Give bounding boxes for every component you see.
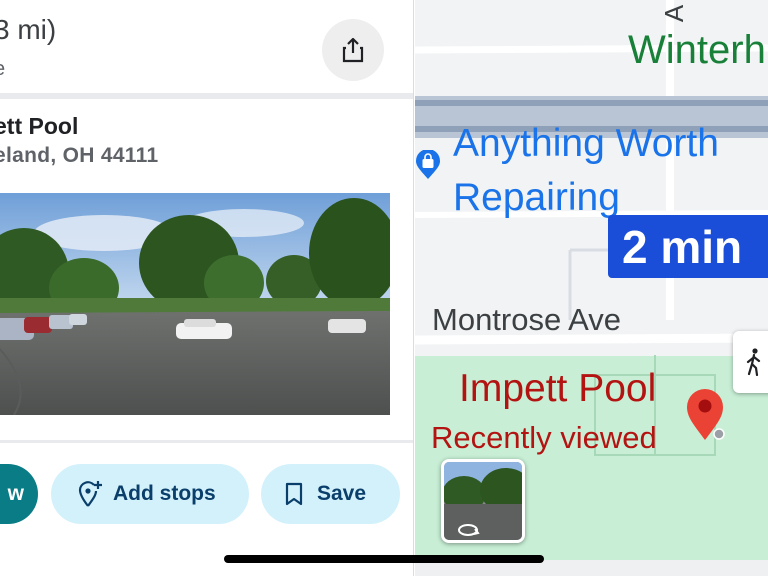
place-photo[interactable] <box>0 193 390 415</box>
share-icon <box>342 37 364 63</box>
walking-person-icon <box>746 348 761 376</box>
shopping-bag-pin-icon <box>416 149 440 179</box>
bookmark-icon <box>285 482 303 506</box>
red-location-pin-icon <box>687 389 725 440</box>
place-address: eland, OH 44111 <box>0 144 159 167</box>
travel-time-badge: 2 min <box>608 215 768 278</box>
street-view-thumbnail[interactable] <box>441 459 525 543</box>
add-location-icon <box>78 481 102 507</box>
home-indicator[interactable] <box>224 555 544 563</box>
route-distance-subtext: e <box>0 58 5 81</box>
map-label-winterhurst[interactable]: Winterh <box>628 28 766 73</box>
add-stops-button[interactable]: Add stops <box>51 464 249 524</box>
save-label: Save <box>317 482 367 505</box>
store-pin[interactable] <box>415 149 441 180</box>
map-label-recently-viewed: Recently viewed <box>431 420 657 455</box>
map-label-impett-pool[interactable]: Impett Pool <box>459 367 656 411</box>
go-button-label: w <box>7 482 24 505</box>
street-label-montrose: Montrose Ave <box>432 302 621 337</box>
map-view[interactable]: A Winterh Anything Worth Repairing 2 min… <box>415 0 768 576</box>
place-name: ett Pool <box>0 113 79 139</box>
walking-mode-chip[interactable] <box>733 331 768 393</box>
route-distance: 3 mi) <box>0 14 57 45</box>
section-divider <box>0 93 413 99</box>
go-button[interactable]: w <box>0 464 38 524</box>
share-button[interactable] <box>322 19 384 81</box>
place-details-panel: 3 mi) e ett Pool eland, OH 44111 <box>0 0 414 576</box>
save-button[interactable]: Save <box>261 464 400 524</box>
road-letter-label: A <box>659 4 690 23</box>
map-label-business-line2[interactable]: Repairing <box>453 176 620 220</box>
section-divider-bottom <box>0 440 413 443</box>
place-marker[interactable] <box>685 386 729 442</box>
add-stops-label: Add stops <box>113 482 216 505</box>
map-label-business-line1[interactable]: Anything Worth <box>453 122 719 166</box>
